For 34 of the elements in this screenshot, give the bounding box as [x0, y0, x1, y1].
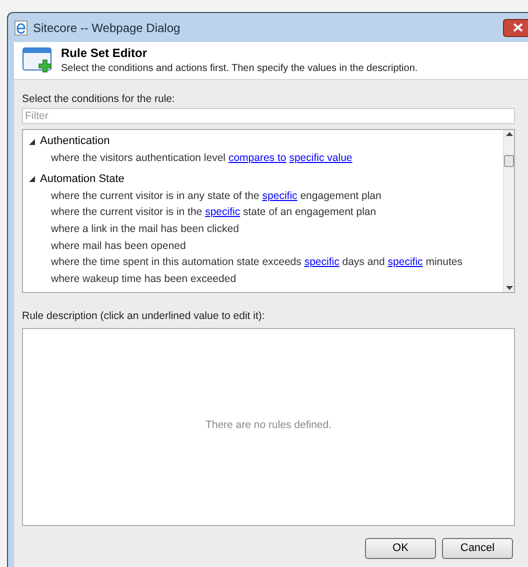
value-link[interactable]: specific — [205, 206, 240, 218]
category-label: Automation State — [40, 172, 124, 187]
description-label: Rule description (click an underlined value to edit it): — [22, 309, 266, 323]
scrollbar[interactable] — [503, 130, 514, 292]
condition-item[interactable]: where the visitors authentication level compares to specific value — [51, 150, 503, 167]
scroll-down-icon[interactable] — [506, 286, 512, 290]
value-link[interactable]: compares to — [228, 152, 286, 164]
browser-logo-icon — [14, 20, 28, 36]
value-link[interactable]: specific — [304, 256, 340, 268]
expand-toggle-icon[interactable] — [29, 138, 35, 144]
condition-item[interactable]: where the current visitor is in any state of the specific engagement plan — [51, 188, 503, 204]
value-link[interactable]: specific — [388, 256, 423, 268]
conditions-label: Select the conditions for the rule: — [22, 92, 176, 106]
category-label: Authentication — [40, 134, 110, 150]
dialog-button[interactable]: OK — [365, 538, 436, 559]
expand-toggle-icon[interactable] — [29, 176, 35, 182]
scroll-up-icon[interactable] — [506, 132, 512, 136]
condition-item[interactable]: where the time spent in this automation state exceeds specific days and specific minutes — [51, 254, 503, 272]
scroll-thumb[interactable] — [504, 155, 514, 167]
empty-message: There are no rules defined. — [205, 418, 332, 434]
value-link[interactable]: specific value — [289, 152, 352, 164]
condition-item[interactable]: where mail has been opened — [51, 238, 503, 254]
condition-item[interactable]: where wakeup time has been exceeded — [51, 271, 503, 288]
window-add-icon — [22, 46, 53, 75]
condition-item[interactable]: where a link in the mail has been clicked — [51, 221, 503, 238]
close-button[interactable] — [503, 18, 528, 36]
condition-item[interactable]: where the current visitor is in the specific state of an engagement plan — [51, 204, 503, 222]
dialog-title: Rule Set Editor — [61, 46, 148, 60]
close-icon — [512, 23, 522, 32]
dialog-button[interactable]: Cancel — [442, 538, 513, 559]
window-title: Sitecore -- Webpage Dialog — [33, 20, 180, 36]
filter-field[interactable]: Filter — [22, 108, 515, 124]
value-link[interactable]: specific — [262, 190, 298, 202]
dialog-subtitle: Select the conditions and actions first. Then specify the values in the description. — [61, 62, 418, 76]
